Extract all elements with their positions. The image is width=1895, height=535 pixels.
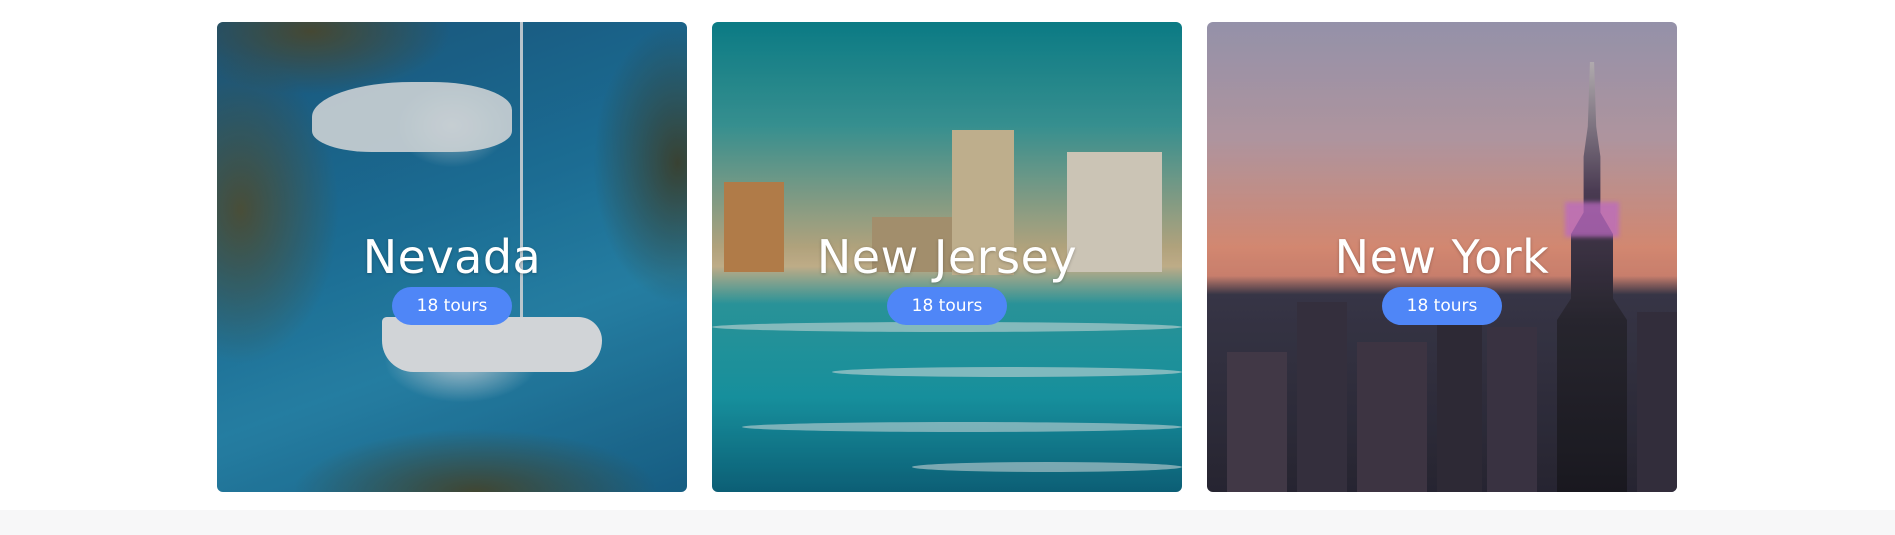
destination-card-new-york[interactable]: New York 18 tours [1207,22,1677,492]
tours-badge[interactable]: 18 tours [886,287,1008,325]
destination-title: New York [1334,230,1550,284]
destination-cards: Nevada 18 tours New Jersey 18 tours New … [217,22,1677,492]
destination-title: Nevada [362,230,542,284]
card-caption: New Jersey 18 tours [712,229,1182,325]
card-caption: Nevada 18 tours [217,229,687,325]
tours-badge[interactable]: 18 tours [391,287,513,325]
tours-badge[interactable]: 18 tours [1381,287,1503,325]
destination-card-nevada[interactable]: Nevada 18 tours [217,22,687,492]
page-bottom-band [0,510,1895,535]
destination-title: New Jersey [816,230,1078,284]
card-caption: New York 18 tours [1207,229,1677,325]
destination-card-new-jersey[interactable]: New Jersey 18 tours [712,22,1182,492]
